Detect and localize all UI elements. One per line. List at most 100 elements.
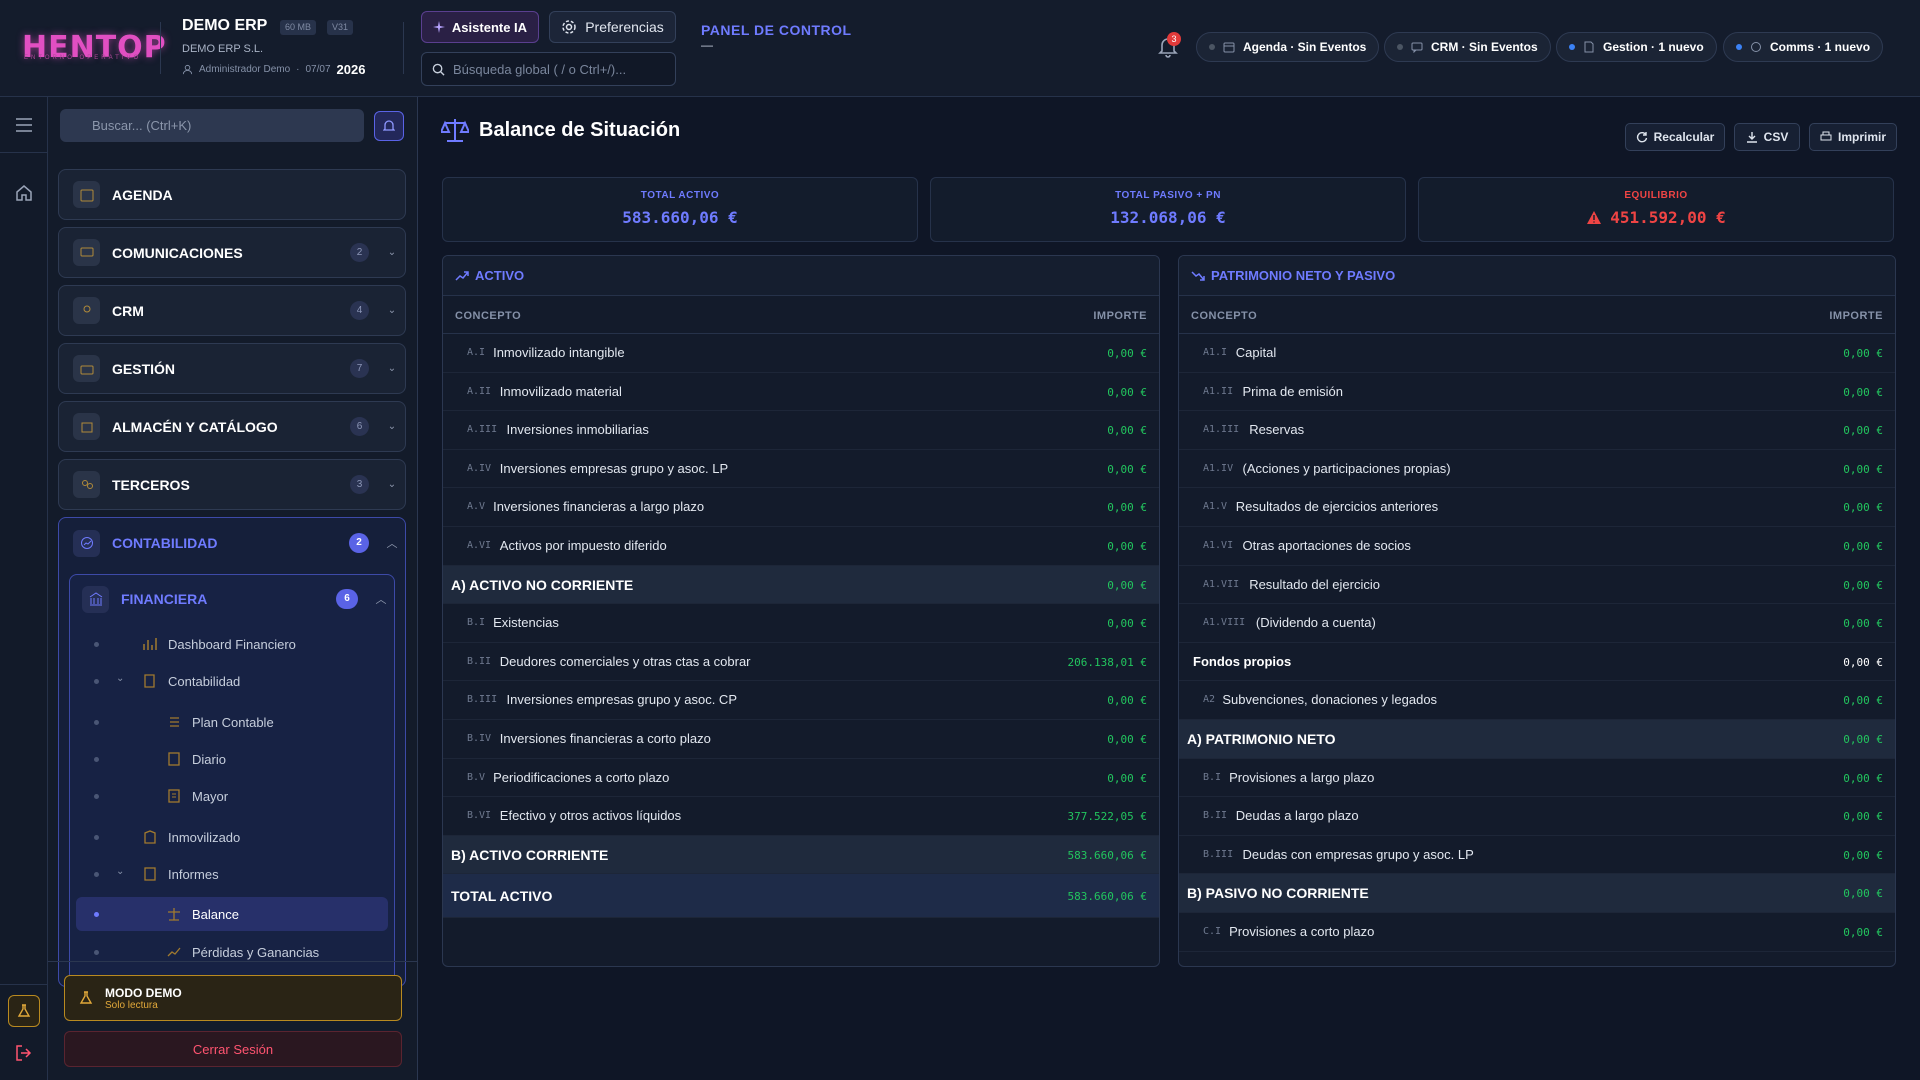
col-importe: IMPORTE: [1093, 310, 1147, 322]
table-row[interactable]: A1.VI Otras aportaciones de socios 0,00 €: [1179, 527, 1895, 566]
kpi-label: TOTAL PASIVO + PN: [1115, 190, 1221, 201]
tree-item-plan-contable[interactable]: Plan Contable: [70, 705, 394, 739]
table-row[interactable]: A.I Inmovilizado intangible 0,00 €: [443, 334, 1159, 373]
tree-item-dashboard-financiero[interactable]: Dashboard Financiero: [70, 627, 394, 661]
row-amount: 0,00 €: [1107, 501, 1147, 515]
row-label: (Acciones y participaciones propias): [1242, 460, 1451, 476]
csv-export-button[interactable]: CSV: [1734, 123, 1800, 151]
table-row[interactable]: A1.VIII (Dividendo a cuenta) 0,00 €: [1179, 604, 1895, 643]
sidebar-search-input[interactable]: Buscar... (Ctrl+K): [60, 109, 364, 142]
header-divider: [160, 22, 161, 74]
download-icon: [1746, 132, 1757, 143]
table-row[interactable]: B.III Inversiones empresas grupo y asoc. …: [443, 681, 1159, 720]
table-row[interactable]: B.II Deudas a largo plazo 0,00 €: [1179, 797, 1895, 836]
home-button[interactable]: [12, 181, 36, 205]
tree-item-contabilidad[interactable]: ⌄ Contabilidad: [70, 664, 394, 698]
global-search-input[interactable]: Búsqueda global ( / o Ctrl+/)...: [421, 52, 676, 86]
sidebar-section-gestion[interactable]: GESTIÓN 7 ⌄: [58, 343, 406, 394]
report-icon: [144, 867, 156, 881]
table-row[interactable]: A1.IV (Acciones y participaciones propias…: [1179, 450, 1895, 489]
table-row[interactable]: B.V Periodificaciones a corto plazo 0,00 €: [443, 759, 1159, 798]
tree-item-inmovilizado[interactable]: Inmovilizado: [70, 820, 394, 854]
comms-status-pill[interactable]: Comms · 1 nuevo: [1723, 32, 1884, 62]
row-amount: 0,00 €: [1843, 810, 1883, 824]
contabilidad-header[interactable]: CONTABILIDAD 2 ︿: [59, 518, 405, 568]
table-row[interactable]: A.V Inversiones financieras a largo plazo…: [443, 488, 1159, 527]
rail-divider: [0, 984, 48, 985]
table-row[interactable]: B.I Existencias 0,00 €: [443, 604, 1159, 643]
bank-icon: [89, 592, 102, 606]
subtotal-row[interactable]: B) PASIVO NO CORRIENTE 0,00 €: [1179, 874, 1895, 913]
table-row[interactable]: B.VI Efectivo y otros activos líquidos 377…: [443, 797, 1159, 836]
section-label: GESTIÓN: [112, 360, 176, 377]
preferences-button[interactable]: Preferencias: [549, 11, 676, 43]
header-divider: [403, 22, 404, 74]
briefcase-icon: [80, 365, 93, 374]
table-row[interactable]: A1.I Capital 0,00 €: [1179, 334, 1895, 373]
table-row[interactable]: B.I Provisiones a largo plazo 0,00 €: [1179, 759, 1895, 798]
agenda-status-pill[interactable]: Agenda · Sin Eventos: [1196, 32, 1380, 62]
crm-status-pill[interactable]: CRM · Sin Eventos: [1384, 32, 1551, 62]
row-amount: 0,00 €: [1107, 539, 1147, 553]
menu-toggle-button[interactable]: [12, 113, 36, 137]
status-dot: [1209, 44, 1215, 50]
row-label: Inversiones inmobiliarias: [506, 422, 649, 438]
tree-bullet: [94, 872, 99, 877]
rail-divider: [0, 152, 48, 153]
subtotal-row[interactable]: Fondos propios 0,00 €: [1179, 643, 1895, 682]
warning-icon: [1587, 211, 1602, 224]
table-row[interactable]: A.IV Inversiones empresas grupo y asoc. L…: [443, 450, 1159, 489]
sidebar-section-crm[interactable]: CRM 4 ⌄: [58, 285, 406, 336]
table-row[interactable]: B.III Deudas con empresas grupo y asoc. L…: [1179, 836, 1895, 875]
table-row[interactable]: A1.VII Resultado del ejercicio 0,00 €: [1179, 566, 1895, 605]
table-row[interactable]: A.VI Activos por impuesto diferido 0,00 €: [443, 527, 1159, 566]
row-code: A1.III: [1203, 424, 1240, 436]
tree-item-mayor[interactable]: Mayor: [70, 779, 394, 813]
row-amount: 0,00 €: [1107, 694, 1147, 708]
calendar-icon: [80, 189, 93, 201]
recalculate-button[interactable]: Recalcular: [1625, 123, 1725, 151]
table-row[interactable]: C.I Provisiones a corto plazo 0,00 €: [1179, 913, 1895, 952]
sidebar-section-contabilidad: CONTABILIDAD 2 ︿ FINANCIERA 6 ︿ Dashboar…: [58, 517, 406, 987]
table-row[interactable]: A1.V Resultados de ejercicios anteriores 0…: [1179, 488, 1895, 527]
sidebar-section-almacen[interactable]: ALMACÉN Y CATÁLOGO 6 ⌄: [58, 401, 406, 452]
table-row[interactable]: A1.III Reservas 0,00 €: [1179, 411, 1895, 450]
table-row[interactable]: B.II Deudores comerciales y otras ctas a …: [443, 643, 1159, 682]
logout-icon-button[interactable]: [12, 1041, 36, 1065]
subtotal-row[interactable]: A) ACTIVO NO CORRIENTE 0,00 €: [443, 565, 1159, 605]
sidebar-notifications-button[interactable]: [374, 111, 404, 141]
subtotal-row[interactable]: B) ACTIVO CORRIENTE 583.660,06 €: [443, 835, 1159, 875]
subtotal-row[interactable]: A) PATRIMONIO NETO 0,00 €: [1179, 719, 1895, 759]
table-row[interactable]: B.IV Inversiones financieras a corto plaz…: [443, 720, 1159, 759]
activo-panel-title: ACTIVO: [475, 268, 525, 283]
tree-item-perdidas-ganancias[interactable]: Pérdidas y Ganancias: [70, 935, 394, 969]
tree-item-balance[interactable]: Balance: [76, 897, 388, 931]
section-label: COMUNICACIONES: [112, 244, 243, 261]
table-row[interactable]: A2 Subvenciones, donaciones y legados 0,00…: [1179, 681, 1895, 720]
sidebar-section-agenda[interactable]: AGENDA: [58, 169, 406, 220]
row-amount: 0,00 €: [1843, 424, 1883, 438]
demo-mode-button[interactable]: [8, 995, 40, 1027]
chart-icon: [167, 947, 181, 957]
scale-icon: [168, 908, 180, 921]
row-amount: 0,00 €: [1107, 347, 1147, 360]
version-chip: V31: [327, 20, 354, 35]
section-icon: [73, 471, 100, 498]
table-row[interactable]: A.III Inversiones inmobiliarias 0,00 €: [443, 411, 1159, 450]
logout-button[interactable]: Cerrar Sesión: [64, 1031, 402, 1067]
row-amount: 206.138,01 €: [1067, 655, 1147, 669]
sidebar-section-comunicaciones[interactable]: COMUNICACIONES 2 ⌄: [58, 227, 406, 278]
table-row[interactable]: A1.II Prima de emisión 0,00 €: [1179, 373, 1895, 412]
financiera-header[interactable]: FINANCIERA 6 ︿: [70, 575, 394, 623]
total-row[interactable]: TOTAL ACTIVO 583.660,06 €: [443, 874, 1159, 919]
tree-item-diario[interactable]: Diario: [70, 742, 394, 776]
control-panel-link[interactable]: PANEL DE CONTROL: [701, 22, 852, 38]
tree-item-informes[interactable]: ⌄ Informes: [70, 857, 394, 891]
gestion-status-pill[interactable]: Gestion · 1 nuevo: [1556, 32, 1717, 62]
print-button[interactable]: Imprimir: [1809, 123, 1897, 151]
row-label: Inmovilizado intangible: [493, 345, 625, 360]
table-row[interactable]: A.II Inmovilizado material 0,00 €: [443, 373, 1159, 412]
sidebar-section-terceros[interactable]: TERCEROS 3 ⌄: [58, 459, 406, 510]
ledger-icon: [168, 789, 180, 803]
ai-assistant-button[interactable]: Asistente IA: [421, 11, 539, 43]
